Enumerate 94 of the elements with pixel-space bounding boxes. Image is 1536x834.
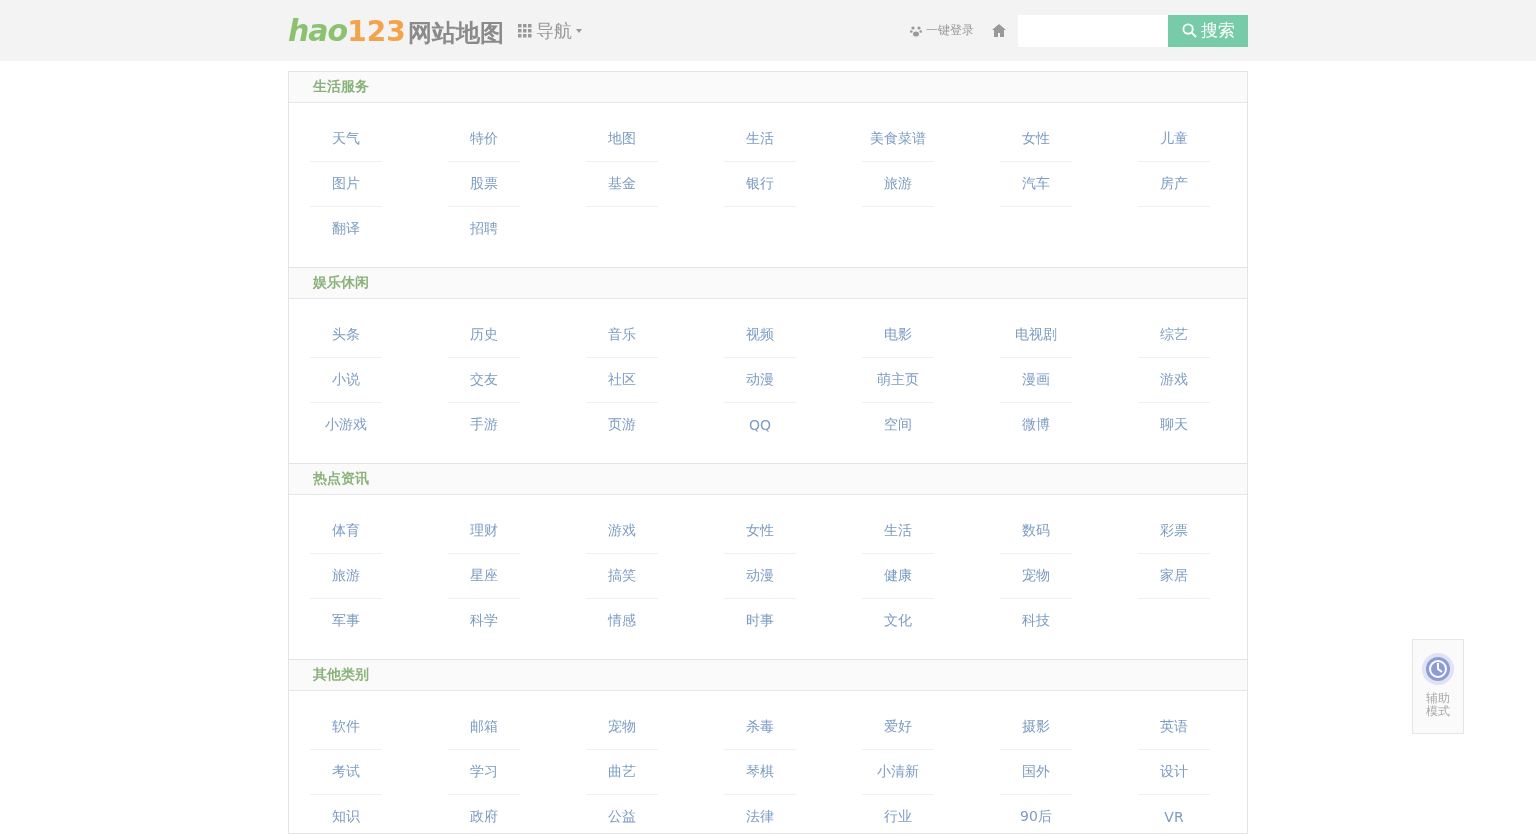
category-link[interactable]: 历史 bbox=[448, 313, 520, 358]
category-link[interactable]: 行业 bbox=[862, 795, 934, 833]
category-link[interactable]: 小说 bbox=[310, 358, 382, 403]
section-title: 生活服务 bbox=[313, 78, 369, 96]
category-link[interactable]: 动漫 bbox=[724, 358, 796, 403]
category-link[interactable]: 曲艺 bbox=[586, 750, 658, 795]
category-link[interactable]: 英语 bbox=[1138, 705, 1210, 750]
category-link[interactable]: 搞笑 bbox=[586, 554, 658, 599]
category-link[interactable]: 视频 bbox=[724, 313, 796, 358]
category-link[interactable]: 动漫 bbox=[724, 554, 796, 599]
category-link[interactable]: 页游 bbox=[586, 403, 658, 448]
category-link[interactable]: 考试 bbox=[310, 750, 382, 795]
category-link[interactable]: 游戏 bbox=[1138, 358, 1210, 403]
category-link[interactable]: 知识 bbox=[310, 795, 382, 833]
category-link[interactable]: 软件 bbox=[310, 705, 382, 750]
category-link[interactable]: 数码 bbox=[1000, 509, 1072, 554]
category-link[interactable]: 图片 bbox=[310, 162, 382, 207]
category-link[interactable]: 政府 bbox=[448, 795, 520, 833]
category-link[interactable]: 基金 bbox=[586, 162, 658, 207]
category-link[interactable]: 音乐 bbox=[586, 313, 658, 358]
home-icon[interactable] bbox=[992, 24, 1006, 37]
category-link[interactable]: 家居 bbox=[1138, 554, 1210, 599]
category-link[interactable]: 地图 bbox=[586, 117, 658, 162]
category-link[interactable]: 小清新 bbox=[862, 750, 934, 795]
category-link[interactable]: 儿童 bbox=[1138, 117, 1210, 162]
category-link[interactable]: 聊天 bbox=[1138, 403, 1210, 448]
nav-menu[interactable]: 导航 bbox=[517, 18, 582, 43]
category-link[interactable]: 漫画 bbox=[1000, 358, 1072, 403]
category-link[interactable]: VR bbox=[1138, 795, 1210, 833]
clock-icon bbox=[1421, 652, 1455, 686]
section-title: 热点资讯 bbox=[313, 470, 369, 488]
category-link[interactable]: 天气 bbox=[310, 117, 382, 162]
category-link[interactable]: 女性 bbox=[724, 509, 796, 554]
search-button[interactable]: 搜索 bbox=[1168, 14, 1248, 47]
category-link[interactable]: 90后 bbox=[1000, 795, 1072, 833]
category-link[interactable]: 微博 bbox=[1000, 403, 1072, 448]
category-link[interactable]: 房产 bbox=[1138, 162, 1210, 207]
category-link[interactable]: 设计 bbox=[1138, 750, 1210, 795]
assist-mode-widget[interactable]: 辅助模式 bbox=[1412, 639, 1464, 734]
category-link[interactable]: 电视剧 bbox=[1000, 313, 1072, 358]
category-link[interactable]: 琴棋 bbox=[724, 750, 796, 795]
category-link[interactable]: 招聘 bbox=[448, 207, 520, 252]
category-link[interactable]: 游戏 bbox=[586, 509, 658, 554]
category-link[interactable]: 健康 bbox=[862, 554, 934, 599]
category-link[interactable]: 体育 bbox=[310, 509, 382, 554]
category-link[interactable]: 国外 bbox=[1000, 750, 1072, 795]
category-link[interactable]: 公益 bbox=[586, 795, 658, 833]
category-link[interactable]: 银行 bbox=[724, 162, 796, 207]
category-link[interactable]: 生活 bbox=[862, 509, 934, 554]
category-link[interactable]: 星座 bbox=[448, 554, 520, 599]
category-link[interactable]: 股票 bbox=[448, 162, 520, 207]
category-link[interactable]: 科学 bbox=[448, 599, 520, 644]
category-link[interactable]: 旅游 bbox=[310, 554, 382, 599]
category-link[interactable]: 美食菜谱 bbox=[862, 117, 934, 162]
search-icon bbox=[1181, 23, 1197, 38]
category-link[interactable]: QQ bbox=[724, 403, 796, 448]
category-link[interactable]: 社区 bbox=[586, 358, 658, 403]
category-link[interactable]: 空间 bbox=[862, 403, 934, 448]
login-link[interactable]: 一键登录 bbox=[910, 22, 974, 39]
category-link[interactable]: 小游戏 bbox=[310, 403, 382, 448]
category-link[interactable]: 翻译 bbox=[310, 207, 382, 252]
category-link[interactable]: 摄影 bbox=[1000, 705, 1072, 750]
category-link[interactable]: 情感 bbox=[586, 599, 658, 644]
category-link[interactable]: 萌主页 bbox=[862, 358, 934, 403]
category-link[interactable]: 爱好 bbox=[862, 705, 934, 750]
category-link[interactable]: 生活 bbox=[724, 117, 796, 162]
caret-icon bbox=[575, 28, 582, 33]
category-link[interactable]: 交友 bbox=[448, 358, 520, 403]
grid-icon bbox=[517, 23, 532, 38]
category-link[interactable]: 女性 bbox=[1000, 117, 1072, 162]
category-link[interactable]: 汽车 bbox=[1000, 162, 1072, 207]
category-link[interactable]: 文化 bbox=[862, 599, 934, 644]
category-link[interactable]: 彩票 bbox=[1138, 509, 1210, 554]
category-link[interactable]: 科技 bbox=[1000, 599, 1072, 644]
category-link[interactable]: 邮箱 bbox=[448, 705, 520, 750]
category-link[interactable]: 特价 bbox=[448, 117, 520, 162]
paw-icon bbox=[910, 24, 922, 37]
category-link[interactable]: 学习 bbox=[448, 750, 520, 795]
site-logo[interactable]: hao123 网站地图 bbox=[288, 12, 504, 49]
category-link[interactable]: 军事 bbox=[310, 599, 382, 644]
category-link[interactable]: 理财 bbox=[448, 509, 520, 554]
category-link[interactable]: 时事 bbox=[724, 599, 796, 644]
category-link[interactable]: 电影 bbox=[862, 313, 934, 358]
category-link[interactable]: 综艺 bbox=[1138, 313, 1210, 358]
category-link[interactable]: 头条 bbox=[310, 313, 382, 358]
section-title: 娱乐休闲 bbox=[313, 274, 369, 292]
section-title: 其他类别 bbox=[313, 666, 369, 684]
category-link[interactable]: 宠物 bbox=[586, 705, 658, 750]
category-link[interactable]: 法律 bbox=[724, 795, 796, 833]
search-field[interactable] bbox=[1018, 14, 1168, 47]
category-link[interactable]: 杀毒 bbox=[724, 705, 796, 750]
category-link[interactable]: 手游 bbox=[448, 403, 520, 448]
category-link[interactable]: 旅游 bbox=[862, 162, 934, 207]
category-link[interactable]: 宠物 bbox=[1000, 554, 1072, 599]
